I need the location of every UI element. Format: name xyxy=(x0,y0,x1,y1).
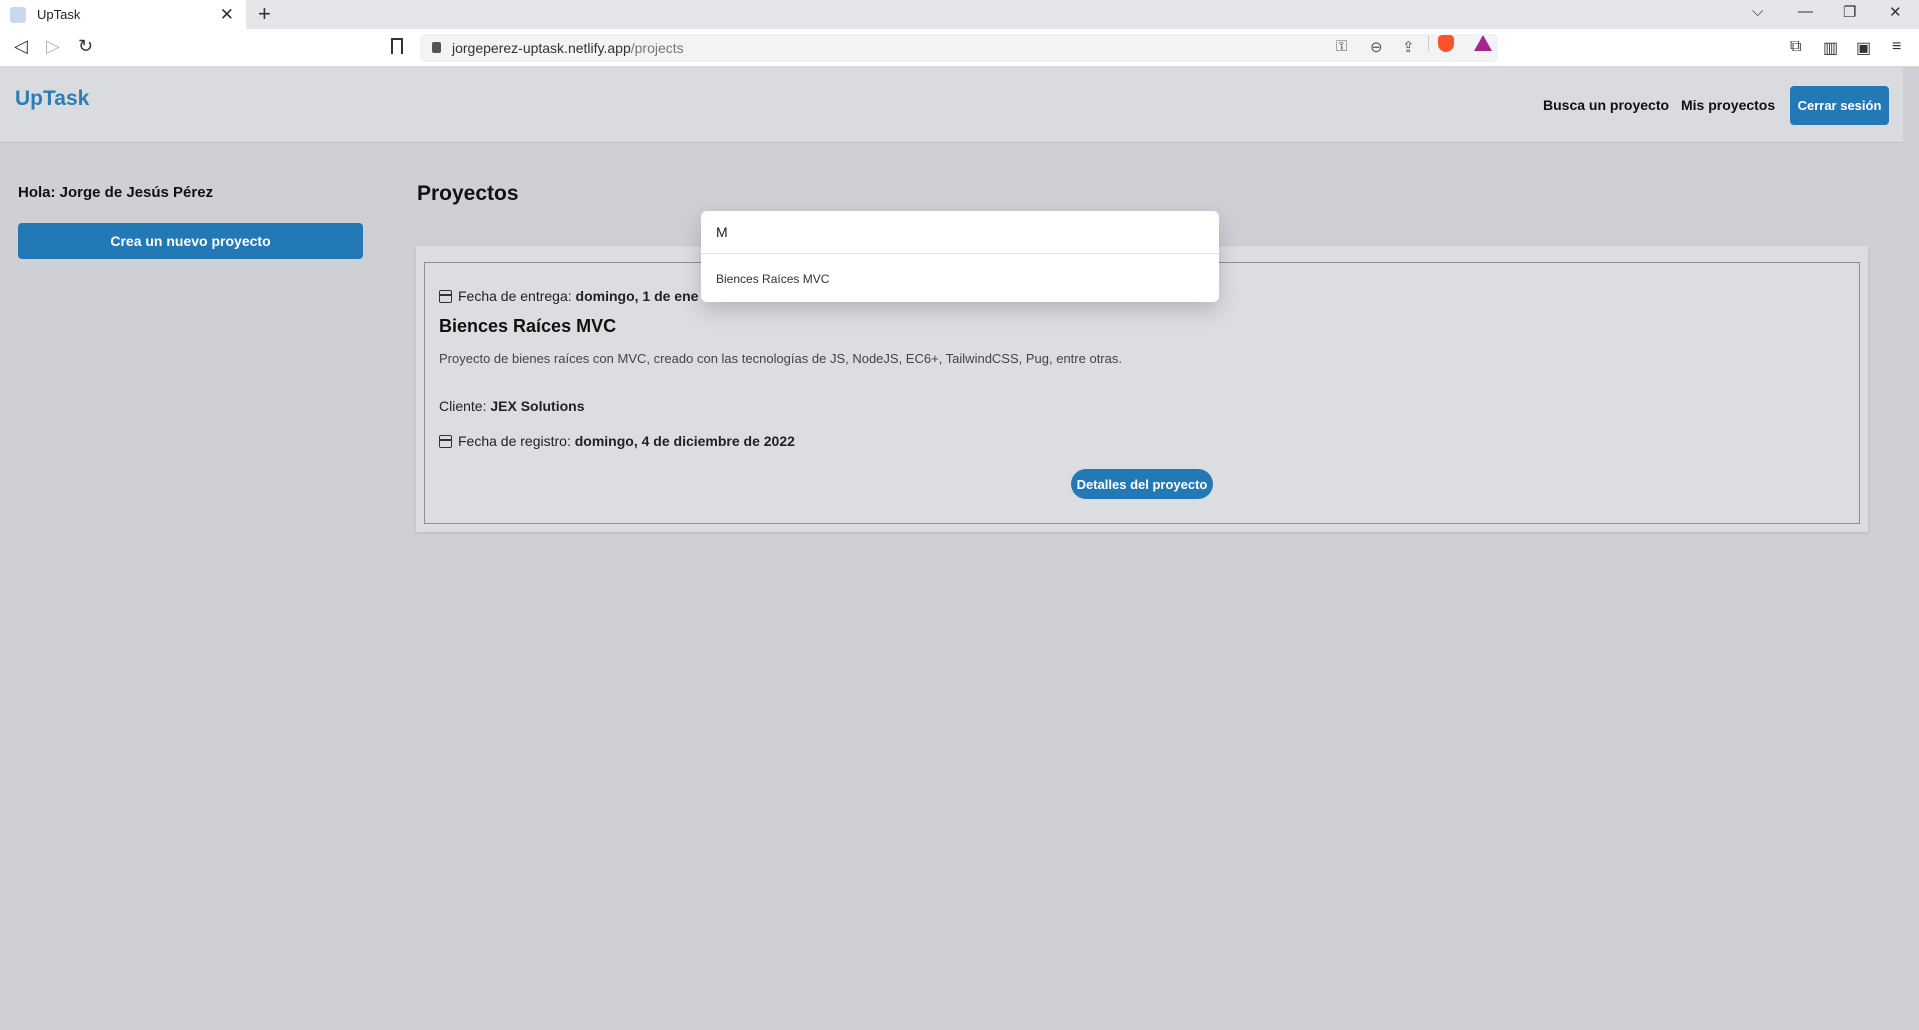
window-close-icon[interactable]: ✕ xyxy=(1889,3,1902,21)
new-tab-icon[interactable]: + xyxy=(258,1,271,27)
zoom-icon[interactable]: ⊖ xyxy=(1370,38,1383,56)
tab-list-icon[interactable]: ⌵ xyxy=(1752,3,1763,20)
calendar-icon xyxy=(439,290,452,303)
forward-icon[interactable]: ▷ xyxy=(46,36,60,57)
share-icon[interactable]: ⇪ xyxy=(1402,38,1415,56)
registered-value: domingo, 4 de diciembre de 2022 xyxy=(574,433,795,449)
project-details-button[interactable]: Detalles del proyecto xyxy=(1071,469,1213,499)
search-project-link[interactable]: Busca un proyecto xyxy=(1543,97,1669,113)
address-bar[interactable]: jorgeperez-uptask.netlify.app/projects ⚿… xyxy=(420,34,1498,62)
url-path: /projects xyxy=(630,40,684,56)
project-description: Proyecto de bienes raíces con MVC, cread… xyxy=(439,351,1122,366)
reload-icon[interactable]: ↻ xyxy=(78,36,93,57)
my-projects-link[interactable]: Mis proyectos xyxy=(1681,97,1775,113)
menu-icon[interactable]: ≡ xyxy=(1892,38,1901,56)
page-title: Proyectos xyxy=(417,182,519,205)
wallet-icon[interactable]: ▣ xyxy=(1856,38,1871,58)
back-icon[interactable]: ◁ xyxy=(14,36,28,57)
logo[interactable]: UpTask xyxy=(15,87,89,111)
brave-shields-icon[interactable] xyxy=(1438,35,1454,52)
delivery-value: domingo, 1 de ene xyxy=(575,288,699,304)
key-icon[interactable]: ⚿ xyxy=(1336,38,1347,55)
browser-tab[interactable]: UpTask ✕ xyxy=(0,0,246,29)
brave-rewards-icon[interactable] xyxy=(1474,35,1492,51)
search-result-item[interactable]: Biences Raíces MVC xyxy=(716,272,829,286)
minimize-icon[interactable]: — xyxy=(1798,3,1813,20)
search-input[interactable] xyxy=(701,211,1219,254)
bookmark-icon[interactable] xyxy=(391,38,403,54)
client-label: Cliente: xyxy=(439,398,487,414)
search-modal: Biences Raíces MVC xyxy=(701,211,1219,302)
tab-close-icon[interactable]: ✕ xyxy=(220,5,234,25)
project-client: Cliente: JEX Solutions xyxy=(439,398,584,414)
calendar-icon xyxy=(439,435,452,448)
project-name: Biences Raíces MVC xyxy=(439,316,617,336)
toolbar-divider xyxy=(1428,35,1429,51)
delivery-label: Fecha de entrega: xyxy=(458,288,572,304)
favicon-icon xyxy=(10,6,26,23)
registration-date: Fecha de registro: domingo, 4 de diciemb… xyxy=(458,433,795,449)
new-project-button[interactable]: Crea un nuevo proyecto xyxy=(18,223,363,259)
lock-icon xyxy=(432,42,441,53)
sidebar-icon[interactable]: ▥ xyxy=(1823,38,1838,58)
client-value: JEX Solutions xyxy=(490,398,585,414)
app-header: UpTask Busca un proyecto Mis proyectos C… xyxy=(0,67,1903,143)
url-domain: jorgeperez-uptask.netlify.app xyxy=(452,40,631,56)
registered-label: Fecha de registro: xyxy=(458,433,571,449)
user-greeting: Hola: Jorge de Jesús Pérez xyxy=(18,184,214,201)
logout-button[interactable]: Cerrar sesión xyxy=(1790,86,1889,125)
tab-title: UpTask xyxy=(37,7,81,22)
url-text[interactable]: jorgeperez-uptask.netlify.app/projects xyxy=(452,40,684,56)
extensions-icon[interactable]: ⧉ xyxy=(1790,38,1801,56)
delivery-date: Fecha de entrega: domingo, 1 de ene xyxy=(458,288,698,304)
restore-icon[interactable]: ❐ xyxy=(1843,3,1856,21)
browser-tabbar: UpTask ✕ + ⌵ — ❐ ✕ xyxy=(0,0,1919,29)
browser-toolbar: ◁ ▷ ↻ jorgeperez-uptask.netlify.app/proj… xyxy=(0,29,1919,67)
